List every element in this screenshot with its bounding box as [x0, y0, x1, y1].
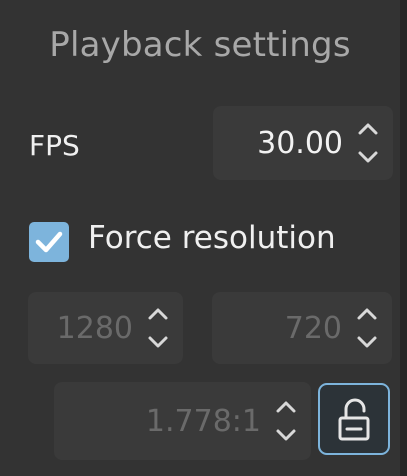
playback-settings-panel: Playback settings FPS 30.00 Force resolu… — [0, 0, 400, 476]
fps-label: FPS — [29, 129, 80, 162]
chevron-up-icon — [357, 308, 377, 320]
aspect-ratio-spinbox[interactable]: 1.778:1 — [54, 382, 311, 460]
height-spinbox[interactable]: 720 — [212, 292, 392, 364]
chevron-up-icon — [358, 123, 378, 135]
chevron-up-icon — [276, 401, 296, 413]
force-resolution-label[interactable]: Force resolution — [88, 214, 336, 262]
chevron-down-icon — [357, 336, 377, 348]
fps-spinbox[interactable]: 30.00 — [213, 106, 393, 180]
checkmark-icon — [35, 231, 63, 253]
width-stepper-arrows[interactable] — [141, 292, 175, 364]
height-value[interactable]: 720 — [285, 292, 342, 364]
unlocked-padlock-icon — [338, 398, 370, 441]
force-resolution-checkbox[interactable] — [29, 222, 69, 262]
width-value[interactable]: 1280 — [57, 292, 133, 364]
aspect-lock-button[interactable] — [318, 383, 390, 455]
fps-value[interactable]: 30.00 — [257, 106, 343, 180]
fps-stepper-arrows[interactable] — [351, 106, 385, 180]
aspect-ratio-value[interactable]: 1.778:1 — [146, 382, 261, 460]
chevron-down-icon — [358, 151, 378, 163]
height-stepper-arrows[interactable] — [350, 292, 384, 364]
width-spinbox[interactable]: 1280 — [28, 292, 183, 364]
chevron-down-icon — [276, 429, 296, 441]
chevron-down-icon — [148, 336, 168, 348]
chevron-up-icon — [148, 308, 168, 320]
panel-title: Playback settings — [49, 25, 351, 65]
aspect-ratio-stepper-arrows[interactable] — [269, 382, 303, 460]
